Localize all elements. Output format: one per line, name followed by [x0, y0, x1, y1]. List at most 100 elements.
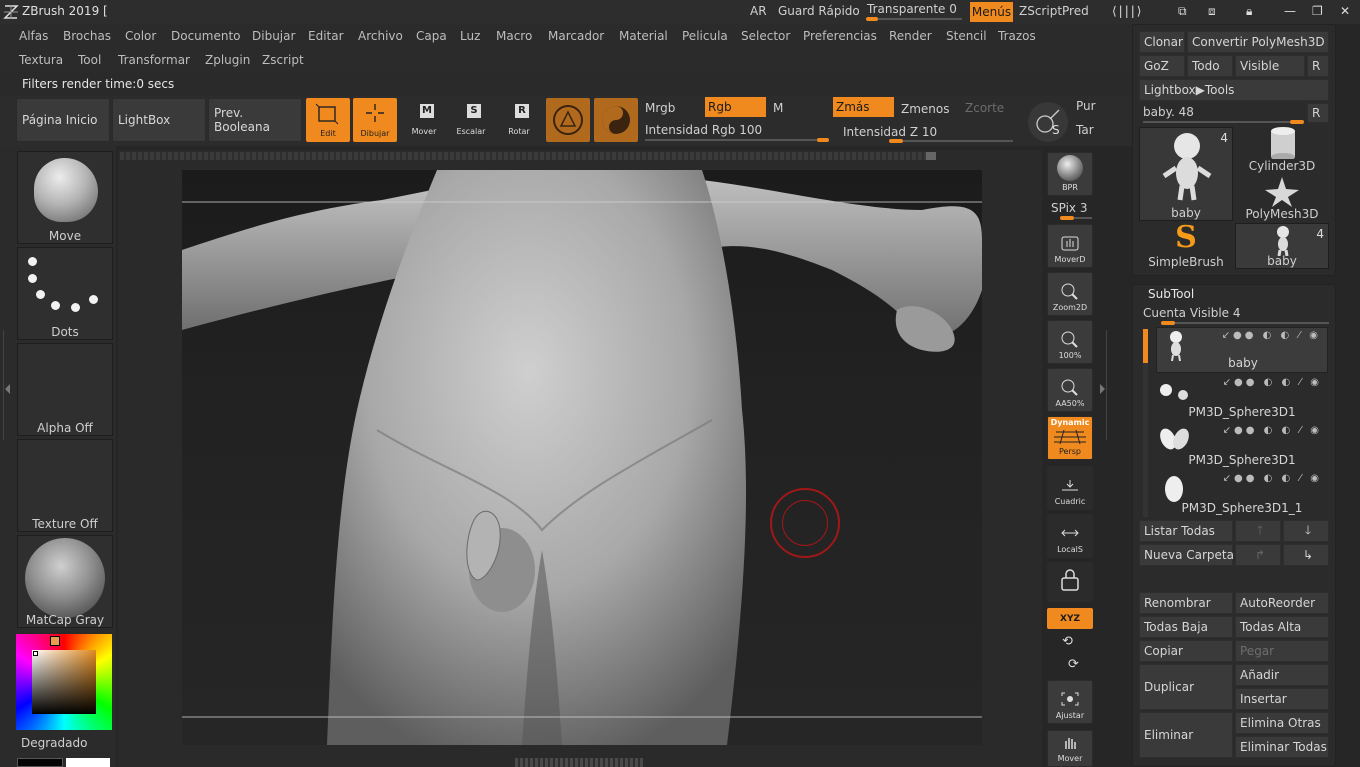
rotate-z-icon[interactable]: ⟳ [1068, 657, 1084, 673]
menu-item[interactable]: Preferencias [803, 29, 877, 43]
duplicate-button[interactable]: Duplicar [1139, 664, 1233, 710]
brush-thumbnail[interactable]: Move [17, 151, 113, 244]
aa-half-button[interactable]: AA50% [1047, 368, 1093, 412]
clone-button[interactable]: Clonar [1139, 31, 1185, 53]
floor-button[interactable]: Cuadric [1047, 466, 1093, 510]
lightbox-tools-button[interactable]: Lightbox▶Tools [1139, 79, 1329, 101]
sliders-icon[interactable]: ⟨|||⟩ [1112, 4, 1144, 18]
current-tool-slider[interactable]: baby. 48 [1143, 105, 1194, 119]
copy-button[interactable]: Copiar [1139, 640, 1233, 662]
move-mode-button[interactable]: M Mover [402, 100, 446, 140]
xyz-button[interactable]: XYZ [1047, 608, 1093, 629]
menu-item[interactable]: Editar [308, 29, 344, 43]
left-collapse-handle[interactable] [3, 330, 11, 440]
draw-size-slider[interactable]: Tar [1076, 123, 1094, 137]
restore-icon[interactable]: ❐ [1312, 4, 1325, 18]
z-intensity-slider[interactable]: Intensidad Z 10 [843, 125, 937, 139]
right-collapse-handle[interactable] [1099, 330, 1107, 440]
tool-thumb-cylinder[interactable]: Cylinder3D [1235, 127, 1329, 173]
perspective-button[interactable]: Dynamic Persp [1047, 416, 1093, 460]
new-folder-button[interactable]: Nueva Carpeta [1139, 544, 1234, 566]
tool-thumb-simplebrush[interactable]: S SimpleBrush [1139, 220, 1233, 269]
scale-mode-button[interactable]: S Escalar [449, 100, 493, 140]
material-thumbnail[interactable]: MatCap Gray [17, 535, 113, 628]
rgb-intensity-slider[interactable]: Intensidad Rgb 100 [645, 123, 762, 137]
subtool-item-sphere2[interactable]: ↙●● ◐ ◐ ⁄ ◉ PM3D_Sphere3D1 [1156, 423, 1328, 469]
insert-button[interactable]: Insertar [1235, 688, 1329, 710]
primary-color-swatch[interactable] [17, 758, 63, 767]
r2-button[interactable]: R [1307, 103, 1329, 123]
folder-up-button[interactable]: ↱ [1235, 544, 1281, 566]
tool-thumb-baby-active[interactable]: 4 baby [1139, 127, 1233, 221]
list-all-button[interactable]: Listar Todas [1139, 520, 1233, 542]
color-square[interactable] [32, 650, 96, 714]
menu-item[interactable]: Zplugin [205, 53, 250, 67]
secondary-color-swatch[interactable] [66, 758, 110, 767]
zcut-button[interactable]: Zcorte [965, 101, 1004, 115]
actual-size-button[interactable]: 100% [1047, 320, 1093, 364]
texture-thumbnail[interactable]: Texture Off [17, 439, 113, 532]
window-controls[interactable]: ⟨|||⟩ ⧉ ⧈ 🔒︎ — ❐ ✕ [1110, 4, 1355, 20]
delete-all-button[interactable]: Eliminar Todas [1235, 736, 1329, 758]
paste-button[interactable]: Pegar [1235, 640, 1329, 662]
frame-button[interactable]: Ajustar [1047, 680, 1093, 724]
tool-thumb-polymesh[interactable]: PolyMesh3D [1235, 175, 1329, 221]
menu-item[interactable]: Brochas [63, 29, 111, 43]
transparent-slider[interactable]: Transparente 0 [867, 2, 957, 16]
rename-button[interactable]: Renombrar [1139, 592, 1233, 614]
move2d-button[interactable]: MoverD [1047, 224, 1093, 268]
menu-item[interactable]: Luz [460, 29, 480, 43]
alpha-thumbnail[interactable]: Alpha Off [17, 343, 113, 436]
subtool-title[interactable]: SubTool [1148, 287, 1194, 301]
menu-item[interactable]: Documento [171, 29, 241, 43]
menu-item[interactable]: Selector [741, 29, 790, 43]
boolean-preview-button[interactable]: Prev. Booleana [208, 98, 302, 142]
gradient-label[interactable]: Degradado [21, 736, 87, 750]
color-mode-button[interactable] [594, 98, 638, 142]
menu-item[interactable]: Trazos [998, 29, 1036, 43]
bottom-scroll-handle[interactable] [515, 758, 643, 767]
folder-down-button[interactable]: ↳ [1283, 544, 1329, 566]
all-button[interactable]: Todo [1187, 55, 1233, 77]
delete-others-button[interactable]: Elimina Otras [1235, 712, 1329, 734]
canvas-scrollbar[interactable] [120, 152, 936, 160]
document-canvas[interactable] [182, 170, 982, 745]
menu-item[interactable]: Capa [416, 29, 447, 43]
menu-item[interactable]: Alfas [19, 29, 48, 43]
menu-item[interactable]: Tool [78, 53, 101, 67]
mrgb-button[interactable]: Mrgb [645, 101, 675, 115]
append-button[interactable]: Añadir [1235, 664, 1329, 686]
spix-slider[interactable]: SPix 3 [1051, 201, 1087, 215]
menu-item[interactable]: Render [889, 29, 932, 43]
subtool-item-baby[interactable]: ↙●● ◐ ◐ ⁄ ◉ baby [1156, 327, 1328, 373]
move-down-button[interactable]: 🡓 [1283, 520, 1329, 542]
lock-icon[interactable]: 🔒︎ [1246, 4, 1254, 19]
menu-item[interactable]: Archivo [358, 29, 403, 43]
focal-shift-slider[interactable]: Pur [1076, 99, 1096, 113]
goz-button[interactable]: GoZ [1139, 55, 1185, 77]
layout-icon[interactable]: ⧉ [1178, 4, 1189, 19]
quicksave-button[interactable]: Guard Rápido [778, 4, 860, 18]
delete-button[interactable]: Eliminar [1139, 712, 1233, 758]
menu-item[interactable]: Color [125, 29, 156, 43]
subtool-toggles-2[interactable]: ↙●● ◐ ◐ ⁄ ◉ [1223, 377, 1322, 388]
visible-count-slider[interactable]: Cuenta Visible 4 [1143, 306, 1241, 320]
menu-item[interactable]: Dibujar [252, 29, 295, 43]
subtool-item-sphere1[interactable]: ↙●● ◐ ◐ ⁄ ◉ PM3D_Sphere3D1 [1156, 375, 1328, 421]
menu-item[interactable]: Pelicula [682, 29, 728, 43]
menu-item[interactable]: Stencil [946, 29, 987, 43]
rgb-button[interactable]: Rgb [705, 97, 766, 117]
move-view-button[interactable]: Mover [1047, 730, 1093, 767]
zoom2d-button[interactable]: Zoom2D [1047, 272, 1093, 316]
menu-item[interactable]: Zscript [262, 53, 304, 67]
subtool-toggles-1[interactable]: ↙●● ◐ ◐ ⁄ ◉ [1222, 330, 1321, 341]
visible-button[interactable]: Visible [1235, 55, 1305, 77]
menu-item[interactable]: Macro [496, 29, 532, 43]
layout2-icon[interactable]: ⧈ [1208, 4, 1218, 19]
draw-button[interactable]: Dibujar [353, 98, 397, 142]
make-polymesh-button[interactable]: Convertir PolyMesh3D [1187, 31, 1329, 53]
menu-item[interactable]: Material [619, 29, 668, 43]
spotlight-icon[interactable]: S [1028, 102, 1068, 142]
tool-thumb-baby[interactable]: 4 baby [1235, 223, 1329, 269]
ar-button[interactable]: AR [750, 4, 767, 18]
